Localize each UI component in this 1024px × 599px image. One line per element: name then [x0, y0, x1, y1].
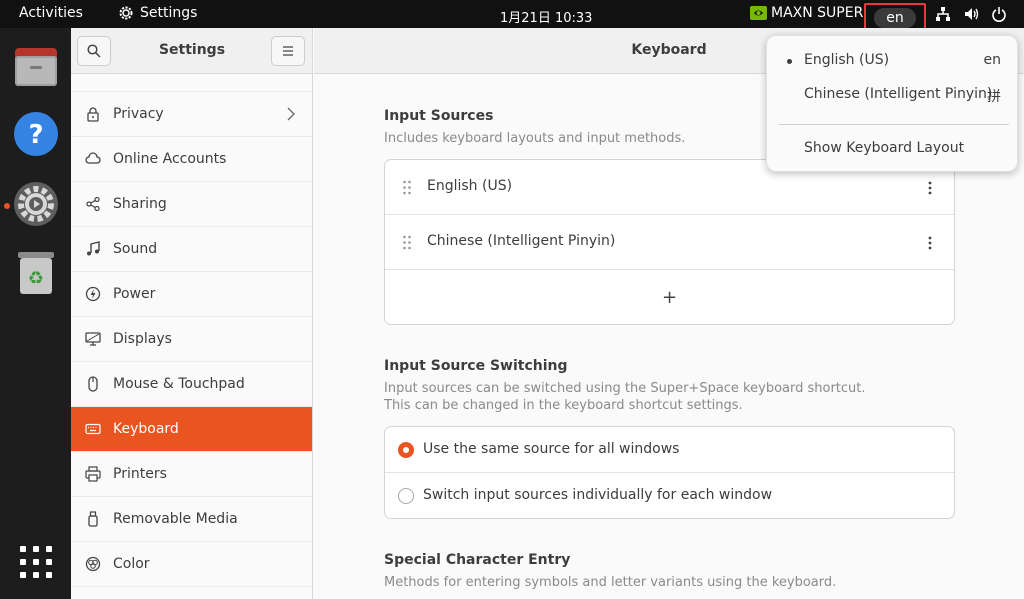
sidebar-item-label: Sharing	[113, 196, 167, 212]
activities-button[interactable]: Activities	[19, 5, 83, 21]
network-wired-icon[interactable]	[935, 6, 951, 22]
chevron-right-icon	[287, 107, 295, 121]
menu-item-label: Chinese (Intelligent Pinyin)	[804, 86, 993, 102]
radio-option-individual[interactable]: Switch input sources individually for ea…	[385, 473, 954, 518]
volume-icon[interactable]	[964, 6, 980, 22]
sidebar-item-privacy[interactable]: Privacy	[71, 92, 312, 137]
sidebar-item-label: Printers	[113, 466, 167, 482]
sidebar-item-sharing[interactable]: Sharing	[71, 182, 312, 227]
special-char-subtitle: Methods for entering symbols and letter …	[384, 575, 837, 590]
svg-text:?: ?	[28, 120, 43, 150]
radio-label: Use the same source for all windows	[423, 441, 680, 457]
hamburger-menu-icon	[283, 46, 293, 56]
switching-title: Input Source Switching	[384, 358, 568, 374]
nvidia-power-mode[interactable]: MAXN SUPER	[750, 5, 863, 21]
sidebar-item-label: Displays	[113, 331, 172, 347]
main-menu-button[interactable]	[271, 36, 305, 66]
lock-icon	[87, 107, 99, 122]
sidebar-item-sound[interactable]: Sound	[71, 227, 312, 272]
sidebar-item-label: Sound	[113, 241, 158, 257]
menu-item-label: English (US)	[804, 52, 890, 68]
input-source-indicator[interactable]: en	[874, 8, 916, 28]
menu-item-chinese[interactable]: Chinese (Intelligent Pinyin) 拼	[767, 86, 1019, 106]
menu-item-english[interactable]: English (US) en	[767, 52, 1019, 72]
sidebar-item-removable-media[interactable]: Removable Media	[71, 497, 312, 542]
menu-item-code: 拼	[987, 89, 1001, 105]
sidebar-item-online-accounts[interactable]: Online Accounts	[71, 137, 312, 182]
keyboard-icon	[85, 423, 101, 435]
input-source-row[interactable]: Chinese (Intelligent Pinyin)	[385, 215, 954, 270]
app-menu[interactable]: Settings	[118, 5, 197, 21]
input-sources-list: English (US) Chinese (Intelligent Pinyin…	[384, 159, 955, 325]
add-icon: +	[661, 286, 678, 308]
sidebar-item-label: Online Accounts	[113, 151, 227, 167]
help-app-icon[interactable]: ?	[12, 110, 60, 158]
clock[interactable]: 1月21日 10:33	[500, 7, 592, 26]
input-source-label: Chinese (Intelligent Pinyin)	[427, 233, 616, 249]
radio-unselected[interactable]	[398, 488, 414, 504]
special-char-title: Special Character Entry	[384, 552, 571, 568]
sidebar-item-mouse-touchpad[interactable]: Mouse & Touchpad	[71, 362, 312, 407]
display-icon	[85, 332, 101, 346]
input-source-menu: English (US) en Chinese (Intelligent Pin…	[766, 35, 1018, 172]
radio-label: Switch input sources individually for ea…	[423, 487, 773, 503]
more-options-icon[interactable]	[928, 236, 932, 250]
radio-option-same-source[interactable]: Use the same source for all windows	[385, 427, 954, 473]
usb-icon	[88, 511, 98, 527]
menu-separator	[779, 124, 1009, 125]
sidebar-item-label: Color	[113, 556, 150, 572]
app-name: Settings	[140, 5, 198, 21]
music-note-icon	[87, 241, 100, 256]
menu-item-show-layout[interactable]: Show Keyboard Layout	[767, 140, 1019, 160]
more-options-icon[interactable]	[928, 181, 932, 195]
sidebar-item-label: Privacy	[113, 106, 164, 122]
sidebar-item-label: Mouse & Touchpad	[113, 376, 245, 392]
sidebar-item-keyboard[interactable]: Keyboard	[71, 407, 312, 452]
drag-handle-icon[interactable]	[402, 235, 412, 250]
sidebar-item-label: Removable Media	[113, 511, 238, 527]
switching-subtitle-2: This can be changed in the keyboard shor…	[384, 398, 743, 413]
sidebar-item-printers[interactable]: Printers	[71, 452, 312, 497]
switching-options: Use the same source for all windows Swit…	[384, 426, 955, 519]
printer-icon	[85, 466, 101, 482]
settings-sidebar: Privacy Online Accounts Sharing Sound Po…	[71, 28, 313, 599]
power-icon[interactable]	[991, 6, 1007, 22]
menu-item-label: Show Keyboard Layout	[804, 140, 965, 156]
radio-selected[interactable]	[398, 442, 414, 458]
files-app-icon[interactable]	[12, 42, 60, 90]
trash-app-icon[interactable]: ♻	[12, 248, 60, 296]
sidebar-item-partial[interactable]	[71, 74, 312, 92]
settings-app-icon[interactable]	[12, 180, 60, 228]
menu-item-code: en	[983, 52, 1002, 68]
sidebar-header: Settings	[71, 28, 312, 74]
gear-icon	[119, 6, 133, 20]
svg-text:♻: ♻	[28, 268, 44, 289]
mouse-icon	[88, 376, 98, 392]
sidebar-item-color[interactable]: Color	[71, 542, 312, 587]
selected-bullet	[787, 59, 792, 64]
color-icon	[85, 556, 101, 572]
running-indicator	[4, 203, 10, 209]
share-icon	[86, 196, 100, 212]
power-icon	[85, 286, 101, 302]
input-sources-title: Input Sources	[384, 108, 494, 124]
nvidia-icon	[750, 6, 767, 20]
sidebar-list: Privacy Online Accounts Sharing Sound Po…	[71, 74, 312, 587]
drag-handle-icon[interactable]	[402, 180, 412, 195]
add-input-source-button[interactable]: +	[385, 270, 954, 324]
switching-subtitle-1: Input sources can be switched using the …	[384, 381, 866, 396]
sidebar-item-power[interactable]: Power	[71, 272, 312, 317]
sidebar-item-label: Keyboard	[113, 421, 179, 437]
show-apps-icon[interactable]	[20, 546, 52, 578]
power-mode-label: MAXN SUPER	[771, 5, 864, 21]
sidebar-item-displays[interactable]: Displays	[71, 317, 312, 362]
sidebar-item-label: Power	[113, 286, 156, 302]
input-sources-subtitle: Includes keyboard layouts and input meth…	[384, 131, 686, 146]
dock: ? ♻	[0, 28, 71, 599]
cloud-icon	[85, 152, 101, 164]
input-source-label: English (US)	[427, 178, 513, 194]
top-bar: Activities Settings 1月21日 10:33 MAXN SUP…	[0, 0, 1024, 32]
